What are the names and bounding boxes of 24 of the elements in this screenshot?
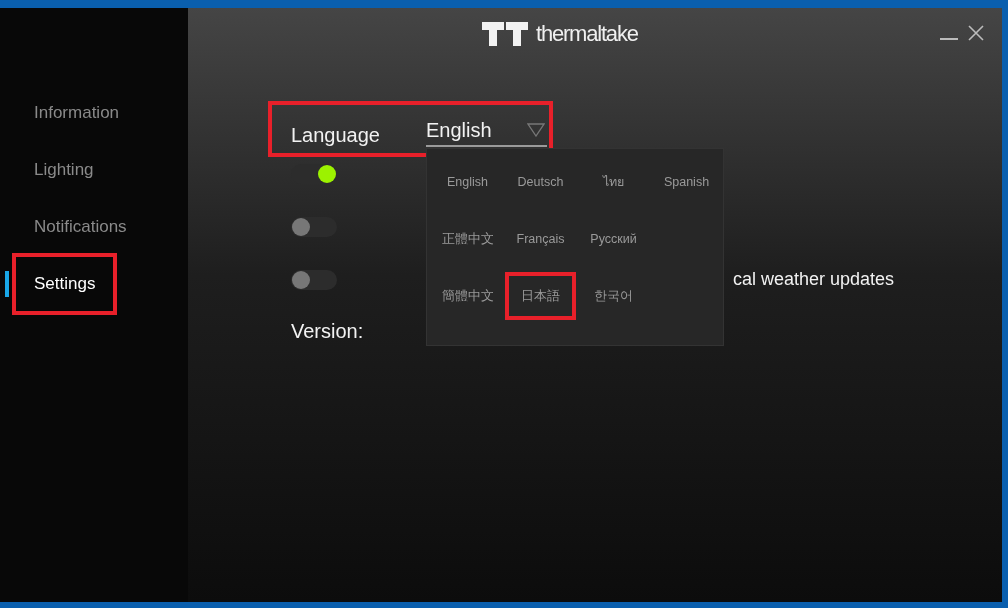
logo-icon [482, 22, 528, 46]
setting-label: cal weather updates [733, 269, 895, 290]
language-option[interactable]: Русский [590, 229, 637, 249]
version-label: Version: [291, 319, 365, 343]
language-option[interactable]: 한국어 [594, 286, 633, 306]
language-option[interactable]: 簡體中文 [441, 286, 494, 306]
close-icon[interactable] [968, 25, 984, 41]
language-option[interactable]: Deutsch [517, 172, 564, 192]
sidebar-item[interactable]: Information [34, 100, 120, 125]
minimize-icon[interactable] [940, 37, 958, 41]
sidebar-item[interactable]: Settings [12, 252, 118, 315]
language-option[interactable]: English [447, 172, 488, 192]
toggle-switch[interactable] [291, 269, 337, 290]
brand-name: thermaltake [536, 21, 638, 47]
language-option[interactable]: 正體中文 [441, 229, 494, 249]
language-label: Language [291, 124, 381, 147]
sidebar-item[interactable]: Notifications [34, 214, 127, 239]
language-option[interactable]: Spanish [663, 172, 710, 192]
sidebar-item[interactable]: Lighting [34, 157, 94, 182]
caret-icon [527, 123, 545, 137]
language-option[interactable]: 日本語 [505, 272, 576, 320]
toggle-switch[interactable] [291, 216, 337, 237]
language-option[interactable]: Français [516, 229, 565, 249]
language-option[interactable]: ไทย [603, 172, 624, 192]
